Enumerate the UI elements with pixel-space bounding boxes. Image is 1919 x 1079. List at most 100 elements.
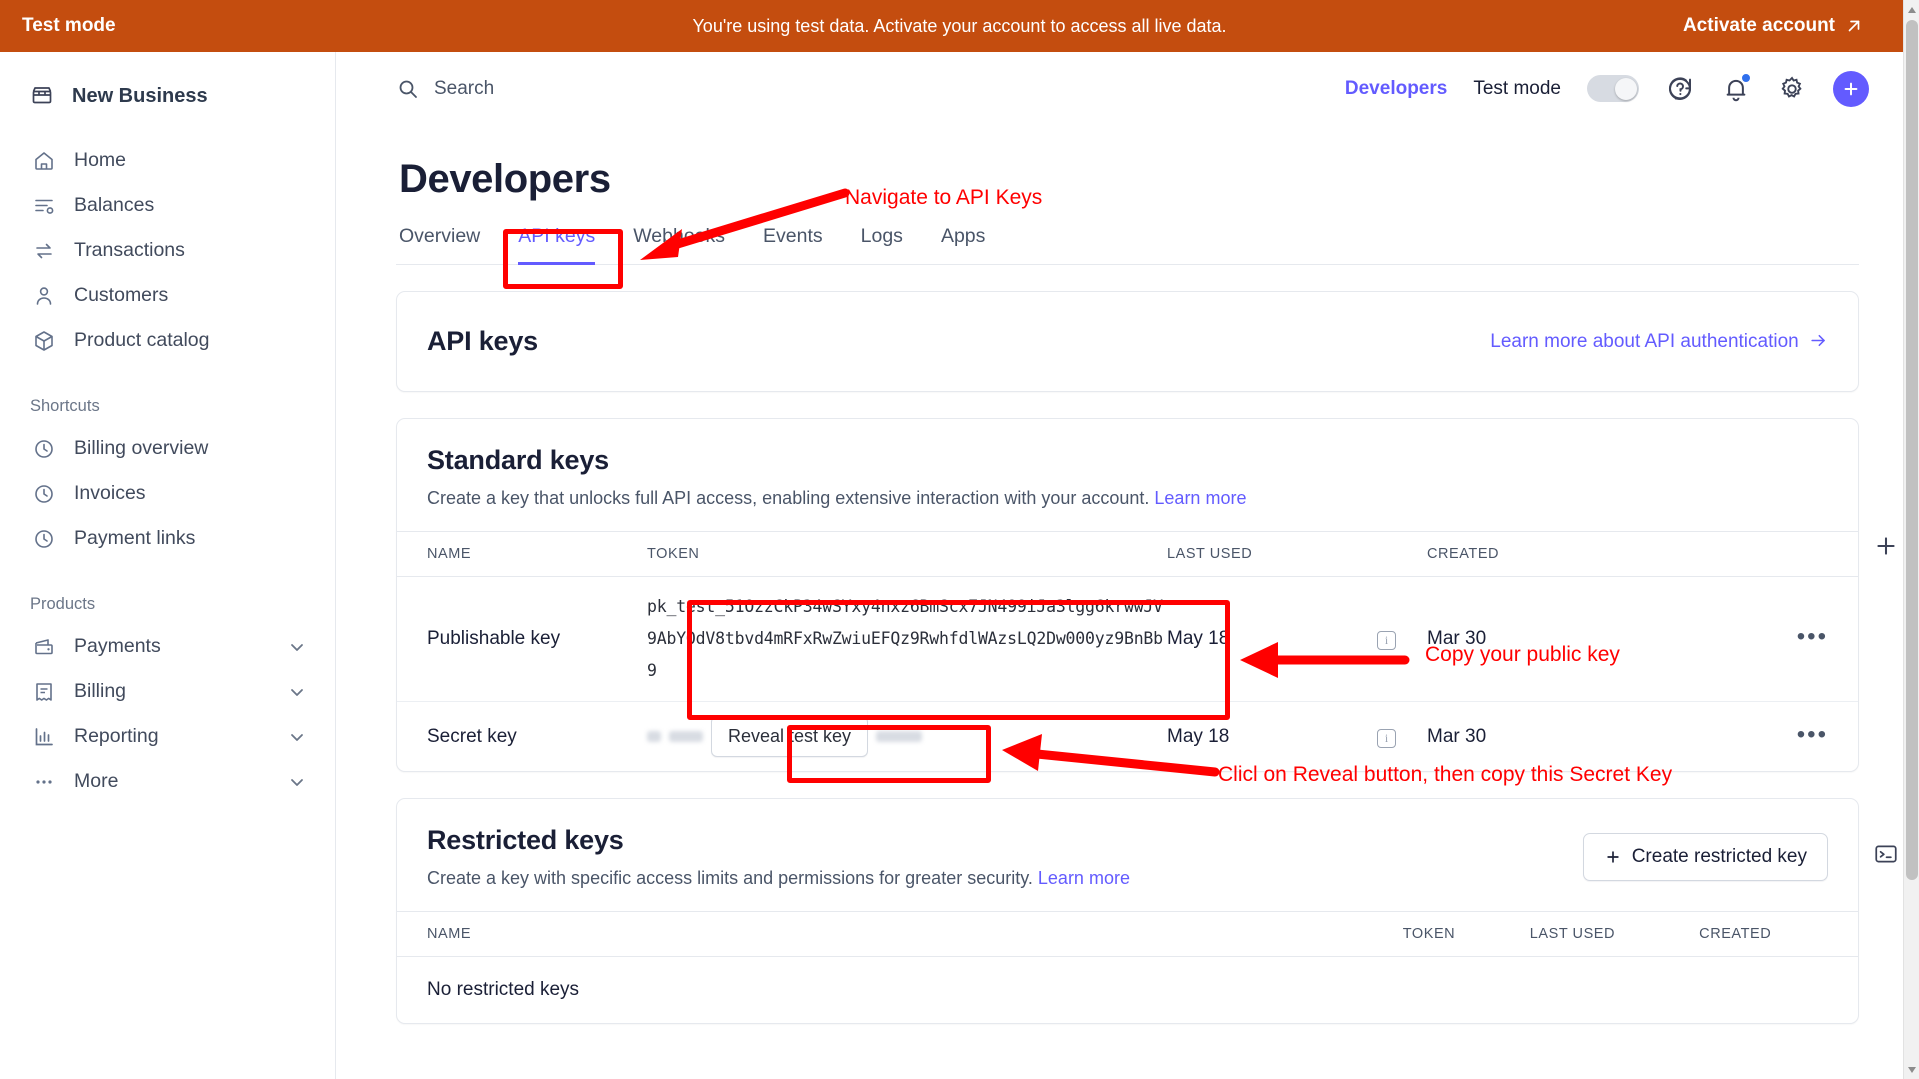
restricted-keys-table: NAME TOKEN LAST USED CREATED No restrict…: [397, 911, 1858, 1023]
gear-icon[interactable]: [1777, 74, 1807, 104]
sidebar-item-label: Customers: [74, 284, 169, 306]
tab-api-keys[interactable]: API keys: [518, 225, 596, 265]
sidebar-item-home[interactable]: Home: [0, 138, 335, 183]
page-scrollbar[interactable]: [1903, 0, 1919, 1079]
masked-chunk: [669, 731, 703, 742]
test-mode-banner-message: You're using test data. Activate your ac…: [692, 15, 1227, 36]
table-header-row: NAME TOKEN LAST USED CREATED: [397, 531, 1858, 577]
scroll-down-arrow-icon[interactable]: [1904, 1061, 1919, 1078]
sidebar-item-product-catalog[interactable]: Product catalog: [0, 318, 335, 363]
activate-account-button[interactable]: Activate account: [1683, 15, 1863, 37]
balances-icon: [35, 199, 54, 214]
key-last-used: May 18: [1167, 576, 1377, 702]
clock-icon: [35, 484, 53, 503]
column-header-name: NAME: [397, 531, 647, 577]
rail-add-button[interactable]: [1869, 529, 1903, 563]
api-keys-card-title: API keys: [427, 326, 538, 356]
developers-tabs: Overview API keys Webhooks Events Logs A…: [396, 224, 1859, 265]
sidebar-item-payment-links[interactable]: Payment links: [0, 516, 335, 561]
test-mode-banner: Test mode You're using test data. Activa…: [0, 0, 1919, 52]
sidebar-item-label: Home: [74, 149, 127, 171]
sidebar-item-reporting[interactable]: Reporting: [0, 714, 335, 759]
sidebar: New Business Home Balances Transactions …: [0, 52, 336, 1079]
sidebar-item-more[interactable]: More: [0, 759, 335, 804]
standard-keys-card: Standard keys Create a key that unlocks …: [396, 418, 1859, 772]
main-content: Search Developers Test mode Developers O…: [336, 52, 1919, 1079]
activate-account-label: Activate account: [1682, 15, 1835, 36]
product-catalog-icon: [35, 330, 53, 351]
rail-terminal-button[interactable]: [1869, 837, 1903, 871]
overflow-menu-icon[interactable]: •••: [1797, 623, 1828, 650]
help-circle-icon[interactable]: [1665, 74, 1695, 104]
chevron-down-icon: [291, 778, 303, 786]
bar-chart-icon: [35, 727, 53, 745]
sidebar-section-products-label: Products: [30, 595, 96, 613]
plus-icon: [1844, 82, 1858, 95]
tab-apps[interactable]: Apps: [941, 225, 985, 265]
standard-keys-learn-more-link[interactable]: Learn more: [1154, 488, 1246, 508]
reveal-test-key-button[interactable]: Reveal test key: [711, 716, 869, 757]
storefront-icon: [32, 87, 52, 104]
test-mode-toggle[interactable]: [1587, 75, 1639, 102]
sidebar-item-billing[interactable]: Billing: [0, 669, 335, 714]
publishable-key-token[interactable]: pk_test_51OzzCkP34wSYxy4nxz6BmScx7JN499i…: [647, 591, 1167, 687]
table-row: No restricted keys: [397, 957, 1858, 1024]
learn-more-api-authentication-link[interactable]: Learn more about API authentication: [1490, 331, 1828, 353]
sidebar-item-invoices[interactable]: Invoices: [0, 471, 335, 516]
notifications-button[interactable]: [1721, 72, 1751, 104]
developers-page: Developers Overview API keys Webhooks Ev…: [336, 157, 1919, 1024]
ellipsis-icon: [36, 779, 52, 784]
sidebar-item-payments[interactable]: Payments: [0, 624, 335, 669]
business-switcher[interactable]: New Business: [0, 66, 335, 126]
column-header-actions: [1627, 531, 1858, 577]
sidebar-item-label: Reporting: [74, 725, 159, 747]
sidebar-item-label: Billing: [74, 680, 127, 702]
sidebar-item-transactions[interactable]: Transactions: [0, 228, 335, 273]
tab-events[interactable]: Events: [763, 225, 823, 265]
scroll-up-arrow-icon[interactable]: [1904, 1, 1919, 18]
customers-icon: [36, 286, 52, 305]
key-created: Mar 30: [1427, 576, 1627, 702]
secret-key-masked-token: Reveal test key: [647, 716, 1167, 757]
table-row[interactable]: Publishable key pk_test_51OzzCkP34wSYxy4…: [397, 576, 1858, 702]
sidebar-primary-nav: Home Balances Transactions Customers Pro…: [0, 138, 335, 363]
sidebar-item-customers[interactable]: Customers: [0, 273, 335, 318]
masked-chunk: [647, 731, 661, 742]
column-header-name: NAME: [397, 911, 662, 957]
column-header-last-used: LAST USED: [1529, 911, 1700, 957]
column-header-spacer: [661, 911, 1403, 957]
plus-icon: [1877, 537, 1895, 555]
restricted-keys-empty-text: No restricted keys: [427, 979, 580, 1000]
notification-badge-dot: [1741, 72, 1751, 83]
tab-overview[interactable]: Overview: [399, 225, 480, 265]
receipt-icon: [36, 682, 52, 701]
column-header-token: TOKEN: [1402, 911, 1530, 957]
scrollbar-thumb[interactable]: [1906, 20, 1918, 880]
restricted-keys-card: Restricted keys Create a key with specif…: [396, 798, 1859, 1024]
developers-link[interactable]: Developers: [1345, 78, 1447, 100]
top-navigation-actions: Developers Test mode: [1345, 70, 1869, 107]
tab-logs[interactable]: Logs: [861, 225, 903, 265]
column-header-created: CREATED: [1427, 531, 1627, 577]
create-restricted-key-button[interactable]: Create restricted key: [1582, 833, 1828, 881]
create-button[interactable]: [1833, 70, 1869, 107]
tab-webhooks[interactable]: Webhooks: [633, 225, 725, 265]
search-placeholder: Search: [434, 77, 495, 99]
table-row[interactable]: Secret key Reveal test key May 18 i Mar …: [397, 702, 1858, 772]
overflow-menu-icon[interactable]: •••: [1797, 721, 1828, 748]
search-input[interactable]: Search: [396, 77, 494, 101]
restricted-keys-title: Restricted keys: [427, 825, 624, 855]
info-icon[interactable]: i: [1377, 631, 1396, 650]
column-header-token: TOKEN: [647, 531, 1167, 577]
create-restricted-key-label: Create restricted key: [1631, 846, 1807, 867]
sidebar-item-billing-overview[interactable]: Billing overview: [0, 426, 335, 471]
terminal-icon: [1875, 845, 1897, 863]
chevron-down-icon: [291, 733, 303, 741]
table-header-row: NAME TOKEN LAST USED CREATED: [397, 911, 1858, 957]
arrow-right-icon: [1811, 334, 1825, 346]
transactions-icon: [36, 243, 52, 258]
info-icon[interactable]: i: [1377, 728, 1396, 748]
search-icon: [399, 80, 417, 98]
restricted-keys-learn-more-link[interactable]: Learn more: [1038, 868, 1130, 888]
sidebar-item-balances[interactable]: Balances: [0, 183, 335, 228]
